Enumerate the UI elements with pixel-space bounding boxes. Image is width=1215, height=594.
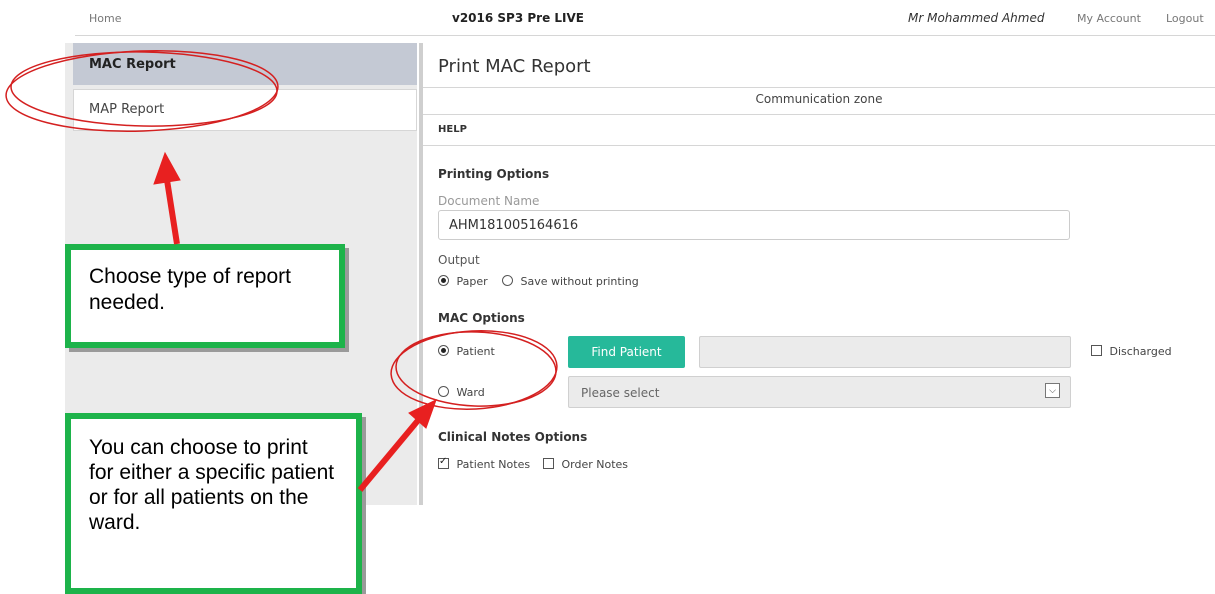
- divider: [423, 87, 1215, 88]
- discharged-checkbox-option[interactable]: Discharged: [1091, 345, 1172, 358]
- checkbox-unchecked-icon[interactable]: [1091, 345, 1102, 356]
- checkbox-checked-icon[interactable]: [438, 456, 449, 469]
- order-notes-checkbox-option[interactable]: Order Notes: [543, 458, 628, 471]
- find-patient-button[interactable]: Find Patient: [568, 336, 685, 368]
- output-label: Output: [438, 253, 480, 267]
- radio-unselected-icon[interactable]: [502, 275, 513, 286]
- patient-radio-label: Patient: [456, 345, 495, 358]
- user-name: Mr Mohammed Ahmed: [908, 11, 1045, 25]
- sidebar-item-label: MAP Report: [89, 102, 165, 117]
- printing-options-heading: Printing Options: [438, 167, 550, 181]
- patient-notes-checkbox-option[interactable]: Patient Notes: [438, 456, 531, 471]
- patient-notes-label: Patient Notes: [456, 458, 531, 471]
- communication-zone: Communication zone: [755, 92, 883, 106]
- home-link[interactable]: Home: [89, 12, 121, 25]
- logout-link[interactable]: Logout: [1166, 12, 1204, 25]
- sidebar-item-mac-report[interactable]: MAC Report: [73, 43, 417, 85]
- annotation-text: Choose type of report needed.: [89, 265, 291, 314]
- sidebar-item-map-report[interactable]: MAP Report: [73, 89, 417, 131]
- output-save-label: Save without printing: [520, 275, 639, 288]
- ward-select[interactable]: Please select ⌵: [568, 376, 1071, 408]
- chevron-down-icon[interactable]: ⌵: [1045, 383, 1060, 398]
- document-name-input[interactable]: AHM181005164616: [438, 210, 1070, 240]
- discharged-label: Discharged: [1109, 345, 1172, 358]
- order-notes-label: Order Notes: [561, 458, 629, 471]
- patient-radio-option[interactable]: Patient: [438, 345, 495, 358]
- annotation-text: You can choose to print for either a spe…: [89, 436, 335, 534]
- annotation-callout-patient-ward: You can choose to print for either a spe…: [65, 413, 362, 594]
- radio-selected-icon[interactable]: [438, 345, 449, 356]
- ward-select-value: Please select: [581, 386, 660, 400]
- page-title: Print MAC Report: [438, 56, 591, 77]
- clinical-notes-heading: Clinical Notes Options: [438, 430, 588, 444]
- radio-selected-icon[interactable]: [438, 275, 449, 286]
- my-account-link[interactable]: My Account: [1077, 12, 1141, 25]
- output-paper-option[interactable]: Paper: [438, 275, 488, 288]
- ward-radio-option[interactable]: Ward: [438, 386, 485, 399]
- sidebar-divider: [419, 43, 423, 505]
- ward-radio-label: Ward: [456, 386, 485, 399]
- annotation-callout-report-type: Choose type of report needed.: [65, 244, 345, 348]
- patient-field[interactable]: [699, 336, 1071, 368]
- checkbox-unchecked-icon[interactable]: [543, 458, 554, 469]
- sidebar-item-label: MAC Report: [89, 57, 176, 72]
- document-name-label: Document Name: [438, 194, 540, 208]
- top-bar: Home v2016 SP3 Pre LIVE Mr Mohammed Ahme…: [0, 0, 1215, 36]
- output-paper-label: Paper: [456, 275, 488, 288]
- divider: [423, 114, 1215, 115]
- divider: [423, 145, 1215, 146]
- help-link[interactable]: HELP: [438, 124, 467, 135]
- mac-options-heading: MAC Options: [438, 311, 525, 325]
- radio-unselected-icon[interactable]: [438, 386, 449, 397]
- output-save-option[interactable]: Save without printing: [502, 275, 639, 288]
- version-label: v2016 SP3 Pre LIVE: [452, 11, 584, 25]
- header-divider: [75, 35, 1215, 36]
